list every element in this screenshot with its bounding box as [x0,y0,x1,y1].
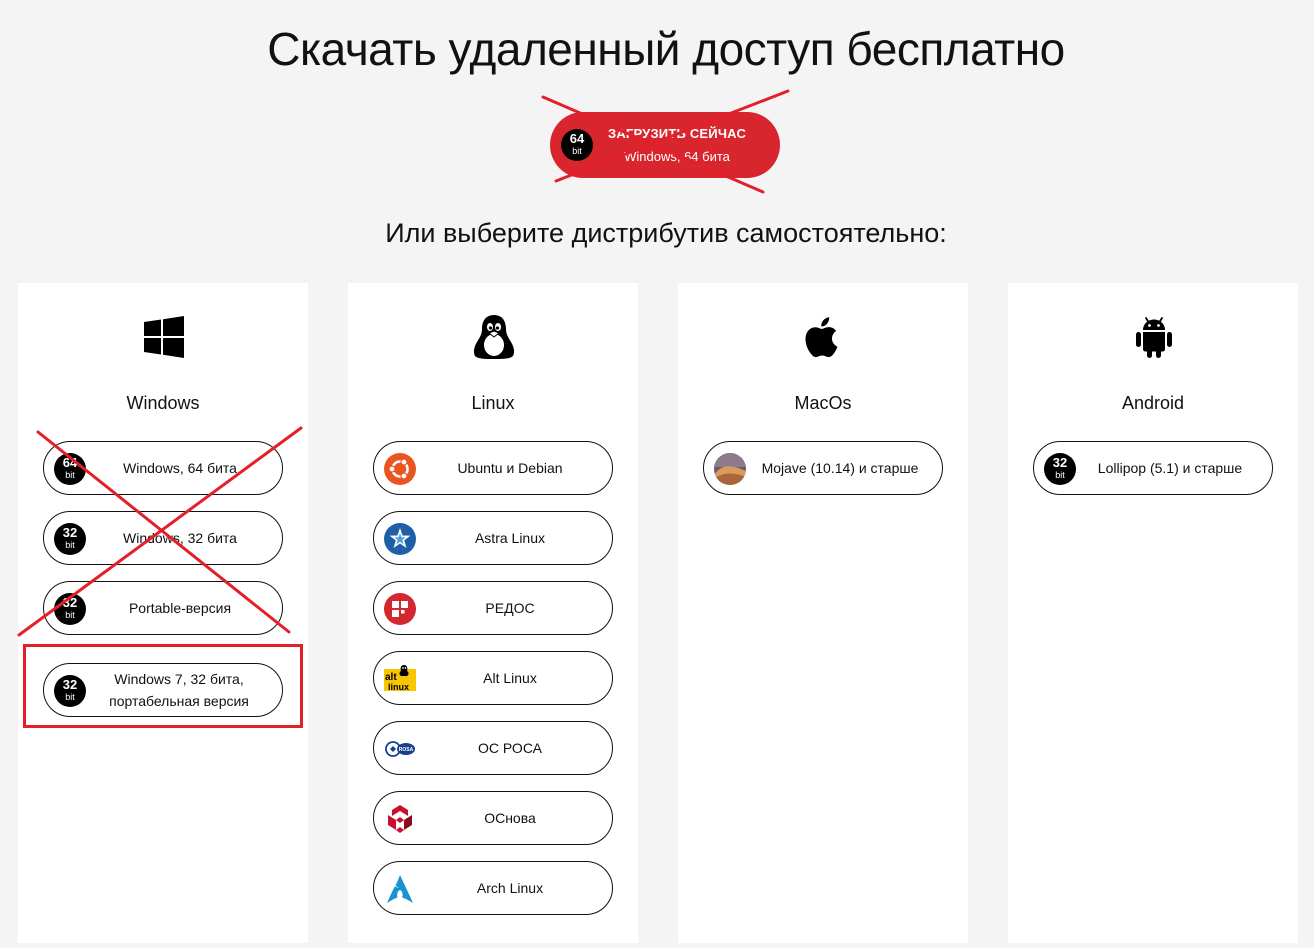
bit-badge-32: 32 bit [54,523,86,555]
badge-number: 32 [1052,455,1068,470]
windows-portable-button[interactable]: 32 bit Portable-версия [43,581,283,635]
astra-linux-button[interactable]: Astra Linux [373,511,613,565]
astra-linux-logo-icon [384,523,416,555]
button-label: ОСнова [484,810,536,826]
button-label: Ubuntu и Debian [457,460,563,476]
redos-logo-icon [384,593,416,625]
bit-badge-64: 64 bit [54,453,86,485]
download-now-title: ЗАГРУЗИТЬ СЕЙЧАС [607,126,747,141]
redos-button[interactable]: РЕДОС [373,581,613,635]
apple-logo-icon [805,317,838,358]
alt-linux-logo-icon: alt linux [384,665,416,692]
badge-unit: bit [65,540,75,550]
mojave-button[interactable]: Mojave (10.14) и старше [703,441,943,495]
badge-unit: bit [65,470,75,480]
macos-card: MacOs Mojave (10.14) и старше [678,283,968,943]
choose-distribution-heading: Или выберите дистрибутив самостоятельно: [385,218,947,248]
button-label: Lollipop (5.1) и старше [1097,460,1243,476]
badge-unit: bit [65,610,75,620]
windows-card: Windows 64 bit Windows, 64 бита 32 bit W… [18,283,308,943]
badge-number: 32 [62,525,78,540]
arch-linux-button[interactable]: Arch Linux [373,861,613,915]
osnova-button[interactable]: ОСнова [373,791,613,845]
highlight-box [23,644,303,728]
button-label: Astra Linux [474,530,546,546]
button-label: РЕДОС [485,600,535,616]
linux-title: Linux [471,393,515,413]
badge-unit: bit [1055,470,1065,480]
download-now-button[interactable]: 64 bit ЗАГРУЗИТЬ СЕЙЧАС Windows, 64 бита [550,112,780,178]
linux-card: Linux Ubuntu и Debian Astra Linux РЕДОС [348,283,638,943]
macos-title: MacOs [794,393,852,413]
osnova-logo-icon [388,805,412,833]
rosa-button[interactable]: ROSA ОС РОСА [373,721,613,775]
android-card: Android 32 bit Lollipop (5.1) и старше [1008,283,1298,943]
button-label: Windows, 32 бита [123,530,237,546]
android-lollipop-button[interactable]: 32 bit Lollipop (5.1) и старше [1033,441,1273,495]
ubuntu-debian-button[interactable]: Ubuntu и Debian [373,441,613,495]
download-now-subtitle: Windows, 64 бита [624,149,730,164]
button-label: Windows, 64 бита [123,460,237,476]
windows-logo-icon [144,316,184,358]
svg-text:linux: linux [388,682,409,692]
android-robot-icon [1136,317,1172,358]
arch-linux-logo-icon [387,875,413,903]
rosa-logo-icon: ROSA [385,741,415,757]
button-label: ОС РОСА [478,740,542,756]
windows-64-bit-button[interactable]: 64 bit Windows, 64 бита [43,441,283,495]
button-label: Portable-версия [128,600,232,616]
mojave-thumbnail-icon [714,453,746,485]
windows-title: Windows [126,393,200,413]
ubuntu-logo-icon [384,453,416,485]
badge-number: 32 [62,595,78,610]
page-title: Скачать удаленный доступ бесплатно [267,23,1065,75]
bit-badge-32: 32 bit [54,593,86,625]
button-label: Mojave (10.14) и старше [761,460,919,476]
windows-32-bit-button[interactable]: 32 bit Windows, 32 бита [43,511,283,565]
alt-linux-button[interactable]: alt linux Alt Linux [373,651,613,705]
tux-penguin-icon [473,315,515,359]
svg-text:ROSA: ROSA [399,747,414,753]
bit-badge-32: 32 bit [1044,453,1076,485]
button-label: Arch Linux [476,880,544,896]
badge-number: 64 [62,455,78,470]
android-title: Android [1121,393,1185,413]
button-label: Alt Linux [483,670,537,686]
